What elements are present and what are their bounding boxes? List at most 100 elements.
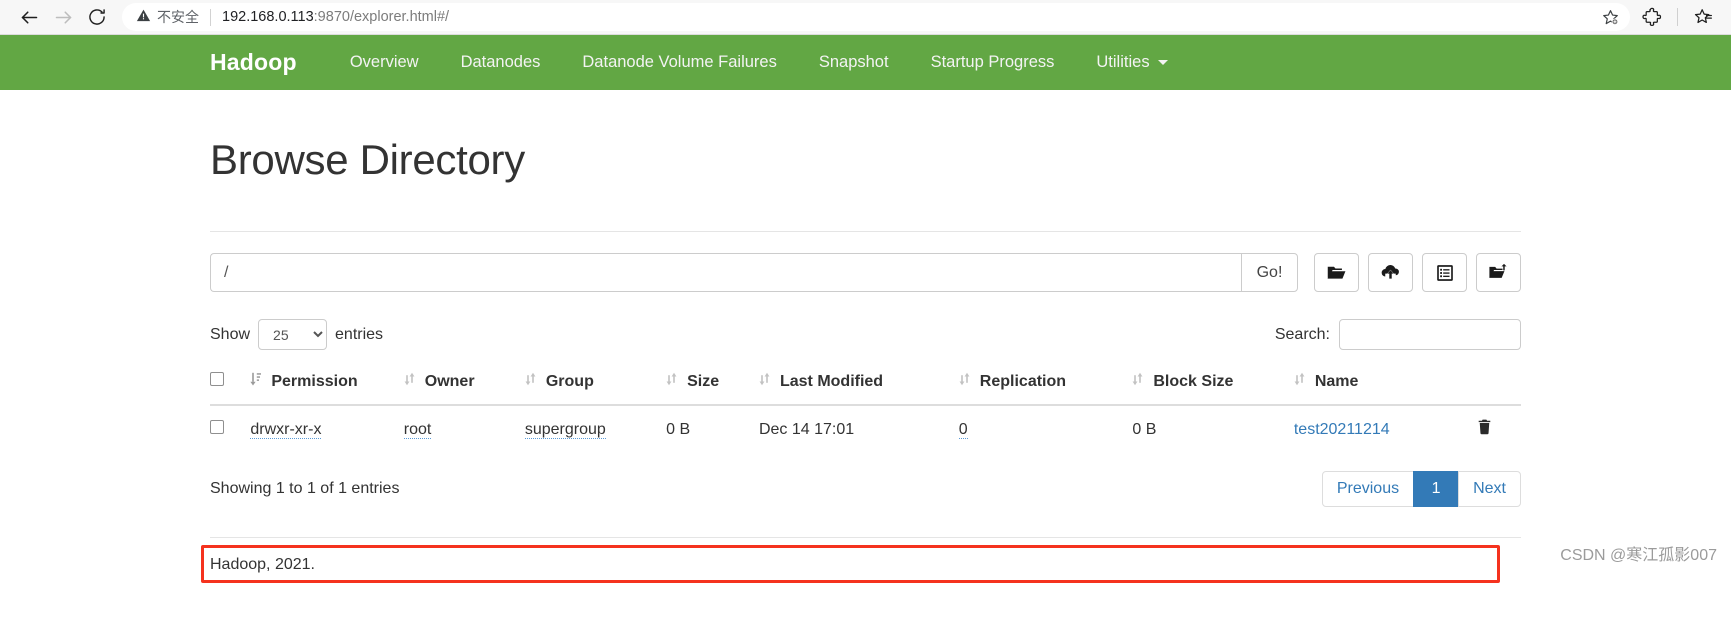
- favorites-list-icon[interactable]: [1687, 1, 1719, 33]
- th-replication-label: Replication: [980, 373, 1066, 391]
- th-owner[interactable]: Owner: [404, 363, 525, 405]
- pagination-next[interactable]: Next: [1458, 471, 1521, 507]
- th-size[interactable]: Size: [666, 363, 759, 405]
- row-select-cell: [210, 405, 250, 453]
- cell-name: test20211214: [1294, 405, 1476, 453]
- pagination-previous[interactable]: Previous: [1322, 471, 1414, 507]
- table-row: drwxr-xr-x root supergroup 0 B Dec 14 17…: [210, 405, 1521, 453]
- copyright-text: Hadoop, 2021.: [210, 556, 1521, 574]
- warning-triangle-icon: [136, 8, 151, 26]
- th-owner-label: Owner: [425, 373, 475, 391]
- browser-toolbar: 不安全 192.168.0.113:9870/explorer.html#/: [0, 0, 1731, 35]
- owner-value[interactable]: root: [404, 421, 432, 439]
- sort-icon: [525, 372, 536, 391]
- forward-arrow-icon[interactable]: [46, 0, 80, 34]
- nav-link-datanodes[interactable]: Datanodes: [440, 35, 562, 90]
- search-input[interactable]: [1339, 319, 1521, 350]
- go-button[interactable]: Go!: [1241, 253, 1298, 292]
- th-group-label: Group: [546, 373, 594, 391]
- th-block-size[interactable]: Block Size: [1132, 363, 1293, 405]
- search-label: Search:: [1275, 326, 1330, 344]
- open-folder-icon[interactable]: [1314, 253, 1359, 292]
- nav-link-startup-progress[interactable]: Startup Progress: [910, 35, 1076, 90]
- chevron-down-icon: [1158, 60, 1168, 65]
- nav-link-snapshot[interactable]: Snapshot: [798, 35, 910, 90]
- toolbar-separator: [1677, 8, 1678, 26]
- brand-hadoop[interactable]: Hadoop: [210, 49, 297, 76]
- back-arrow-icon[interactable]: [12, 0, 46, 34]
- watermark-text: CSDN @寒江孤影007: [1560, 541, 1717, 565]
- directory-action-buttons: [1314, 253, 1521, 292]
- th-permission[interactable]: Permission: [250, 363, 403, 405]
- hadoop-navbar: Hadoop Overview Datanodes Datanode Volum…: [0, 35, 1731, 90]
- permission-value[interactable]: drwxr-xr-x: [250, 421, 321, 439]
- cell-last-modified: Dec 14 17:01: [759, 405, 959, 453]
- path-toolbar: Go!: [210, 253, 1521, 292]
- table-controls: Show 25 50 100 entries Search:: [210, 319, 1521, 350]
- sort-icon: [1132, 372, 1143, 391]
- th-last-modified[interactable]: Last Modified: [759, 363, 959, 405]
- security-status[interactable]: 不安全: [136, 7, 199, 27]
- nav-link-overview[interactable]: Overview: [329, 35, 440, 90]
- path-input[interactable]: [210, 253, 1241, 292]
- th-group[interactable]: Group: [525, 363, 666, 405]
- th-replication[interactable]: Replication: [959, 363, 1133, 405]
- pagination-page-1[interactable]: 1: [1413, 471, 1459, 507]
- entries-select[interactable]: 25 50 100: [258, 319, 327, 350]
- page-title: Browse Directory: [210, 136, 1521, 184]
- add-favorite-star-icon[interactable]: [1596, 3, 1624, 31]
- group-value[interactable]: supergroup: [525, 421, 606, 439]
- nav-links: Overview Datanodes Datanode Volume Failu…: [329, 35, 1189, 90]
- directory-table: Permission: [210, 363, 1521, 453]
- new-folder-icon[interactable]: [1476, 253, 1521, 292]
- nav-link-utilities-label: Utilities: [1096, 35, 1149, 90]
- nav-link-utilities[interactable]: Utilities: [1075, 35, 1188, 90]
- th-size-label: Size: [687, 373, 719, 391]
- cell-size: 0 B: [666, 405, 759, 453]
- address-bar[interactable]: 不安全 192.168.0.113:9870/explorer.html#/: [122, 3, 1630, 31]
- extensions-puzzle-icon[interactable]: [1636, 1, 1668, 33]
- cell-actions: [1476, 405, 1522, 453]
- th-name-label: Name: [1315, 373, 1359, 391]
- th-last-modified-label: Last Modified: [780, 373, 883, 391]
- url-path: :9870/explorer.html#/: [314, 9, 449, 25]
- sort-icon: [666, 372, 677, 391]
- cell-replication: 0: [959, 405, 1133, 453]
- cloud-upload-icon[interactable]: [1368, 253, 1413, 292]
- footer-divider: [210, 537, 1521, 538]
- title-divider: [210, 231, 1521, 232]
- th-permission-label: Permission: [271, 373, 357, 391]
- cell-permission: drwxr-xr-x: [250, 405, 403, 453]
- th-name[interactable]: Name: [1294, 363, 1476, 405]
- nav-link-datanode-volume-failures[interactable]: Datanode Volume Failures: [561, 35, 797, 90]
- omnibox-divider: [210, 9, 211, 26]
- th-actions: [1476, 363, 1522, 405]
- select-all-checkbox[interactable]: [210, 372, 224, 386]
- th-select-all: [210, 363, 250, 405]
- sort-icon: [250, 372, 261, 391]
- th-block-size-label: Block Size: [1153, 373, 1233, 391]
- row-checkbox[interactable]: [210, 420, 224, 434]
- cell-group: supergroup: [525, 405, 666, 453]
- sort-icon: [959, 372, 970, 391]
- show-entries-control: Show 25 50 100 entries: [210, 319, 383, 350]
- browser-actions: [1636, 1, 1719, 33]
- sort-icon: [759, 372, 770, 391]
- cell-owner: root: [404, 405, 525, 453]
- table-header-row: Permission: [210, 363, 1521, 405]
- path-input-group: Go!: [210, 253, 1298, 292]
- reload-icon[interactable]: [80, 0, 114, 34]
- sort-icon: [1294, 372, 1305, 391]
- cell-block-size: 0 B: [1132, 405, 1293, 453]
- table-footer: Showing 1 to 1 of 1 entries Previous 1 N…: [210, 471, 1521, 507]
- security-label: 不安全: [157, 7, 199, 27]
- url-host: 192.168.0.113: [222, 9, 314, 25]
- page-content: Browse Directory Go!: [0, 136, 1731, 574]
- trash-icon[interactable]: [1476, 418, 1493, 436]
- name-link[interactable]: test20211214: [1294, 421, 1390, 438]
- search-control: Search:: [1275, 319, 1521, 350]
- replication-value[interactable]: 0: [959, 421, 968, 439]
- snapshot-list-icon[interactable]: [1422, 253, 1467, 292]
- url-text[interactable]: 192.168.0.113:9870/explorer.html#/: [222, 9, 1596, 25]
- entries-info: Showing 1 to 1 of 1 entries: [210, 480, 399, 498]
